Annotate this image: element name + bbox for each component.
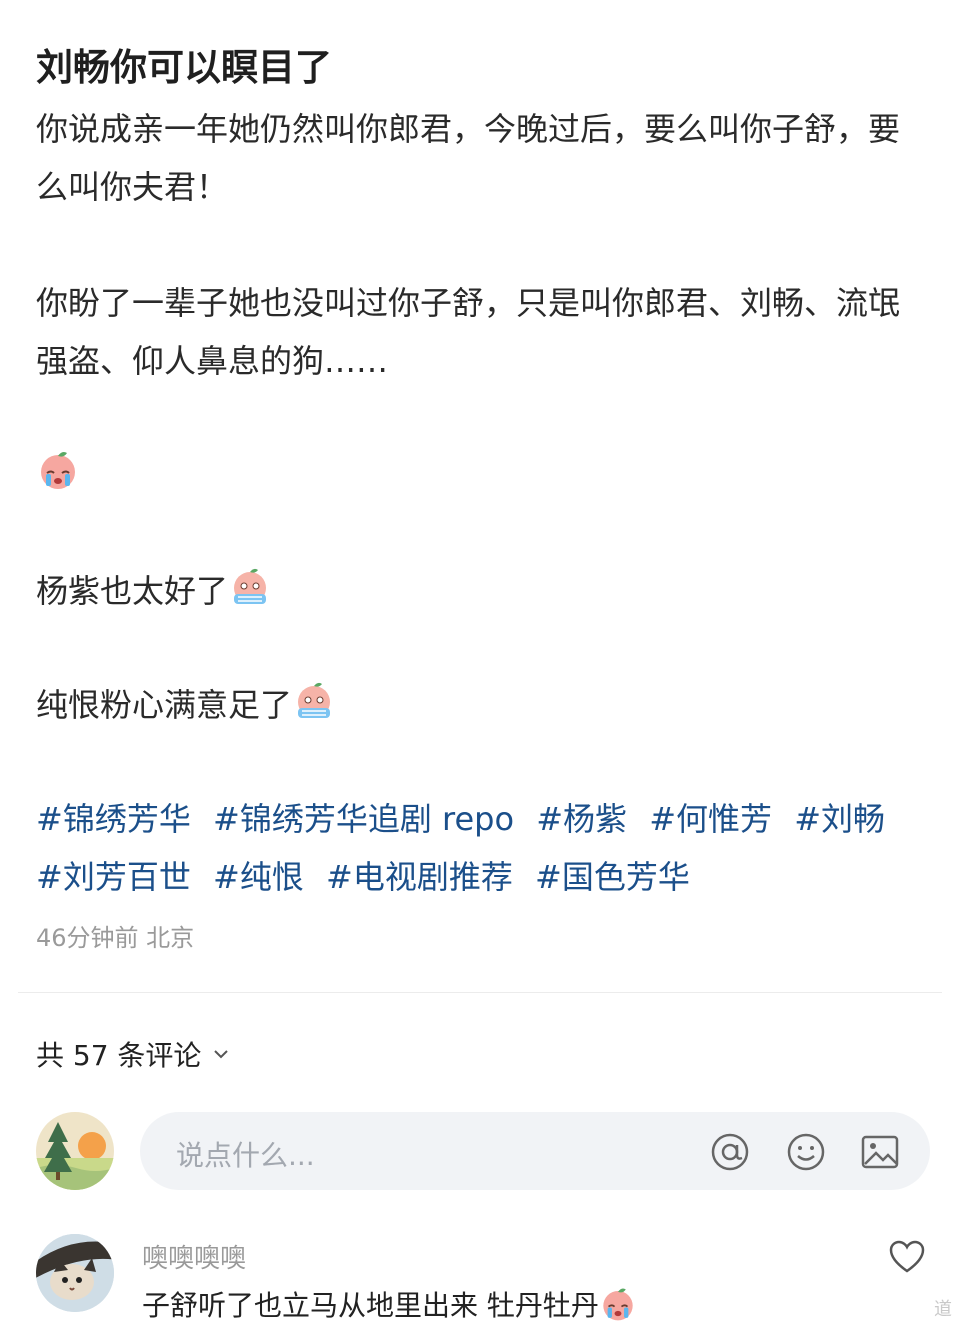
comment-count-dropdown[interactable]: 共 57 条评论 [36,1034,231,1074]
image-upload-icon[interactable] [860,1132,900,1172]
comment-count-label: 共 57 条评论 [36,1039,202,1072]
watermark: 道 [934,1299,952,1320]
post-paragraph-2: 你盼了一辈子她也没叫过你子舒，只是叫你郎君、刘畅、流氓强盗、仰人鼻息的狗…… [36,284,901,380]
avatar[interactable] [36,1112,114,1190]
comment-composer: 说点什么... [36,1110,930,1190]
hashtag-link[interactable]: #国色芳华 [535,858,690,896]
post-paragraph-3: 杨紫也太好了 [36,562,926,620]
hashtag-link[interactable]: #何惟芳 [649,800,772,838]
comment-item: 噢噢噢噢 子舒听了也立马从地里出来 牡丹牡丹 [36,1234,930,1334]
hashtag-link[interactable]: #纯恨 [213,858,304,896]
hashtag-link[interactable]: #电视剧推荐 [326,858,513,896]
comment-text-content: 子舒听了也立马从地里出来 牡丹牡丹 [142,1289,599,1322]
comment-input[interactable]: 说点什么... [140,1112,930,1190]
hashtag-link[interactable]: #锦绣芳华 [36,800,191,838]
chevron-down-icon [214,1050,229,1059]
avatar-landscape-image [36,1112,114,1190]
hashtag-link[interactable]: #杨紫 [536,800,627,838]
post-paragraph-4: 纯恨粉心满意足了 [36,676,926,734]
hashtag-list: #锦绣芳华 #锦绣芳华追剧 repo #杨紫 #何惟芳 #刘畅 #刘芳百世 #纯… [36,790,926,906]
crying-peach-emoji-icon [234,568,267,604]
emoji-line [36,448,926,506]
at-mention-icon[interactable] [710,1132,750,1172]
hashtag-link[interactable]: #刘畅 [794,800,885,838]
crying-peach-emoji-icon [603,1288,633,1321]
post-paragraph-4-text: 纯恨粉心满意足了 [36,686,293,724]
post-meta: 46分钟前 北京 [36,924,195,952]
crying-peach-emoji-icon [41,452,75,489]
like-heart-icon[interactable] [888,1238,926,1276]
post-paragraph-3-text: 杨紫也太好了 [36,572,229,610]
comment-username[interactable]: 噢噢噢噢 [142,1238,246,1275]
comment-text: 子舒听了也立马从地里出来 牡丹牡丹 [142,1284,637,1324]
emoji-picker-icon[interactable] [786,1132,826,1172]
hashtag-link[interactable]: #锦绣芳华追剧 repo [213,800,514,838]
comment-input-placeholder: 说点什么... [176,1139,315,1172]
post: 刘畅你可以瞑目了 你说成亲一年她仍然叫你郎君，今晚过后，要么叫你子舒，要么叫你夫… [36,40,926,953]
divider [18,992,942,993]
crying-peach-emoji-icon [298,682,331,718]
avatar-cat-image [36,1234,114,1312]
post-paragraph-1: 你说成亲一年她仍然叫你郎君，今晚过后，要么叫你子舒，要么叫你夫君！ [36,110,901,206]
post-title: 刘畅你可以瞑目了 [36,46,332,89]
avatar[interactable] [36,1234,114,1312]
hashtag-link[interactable]: #刘芳百世 [36,858,191,896]
